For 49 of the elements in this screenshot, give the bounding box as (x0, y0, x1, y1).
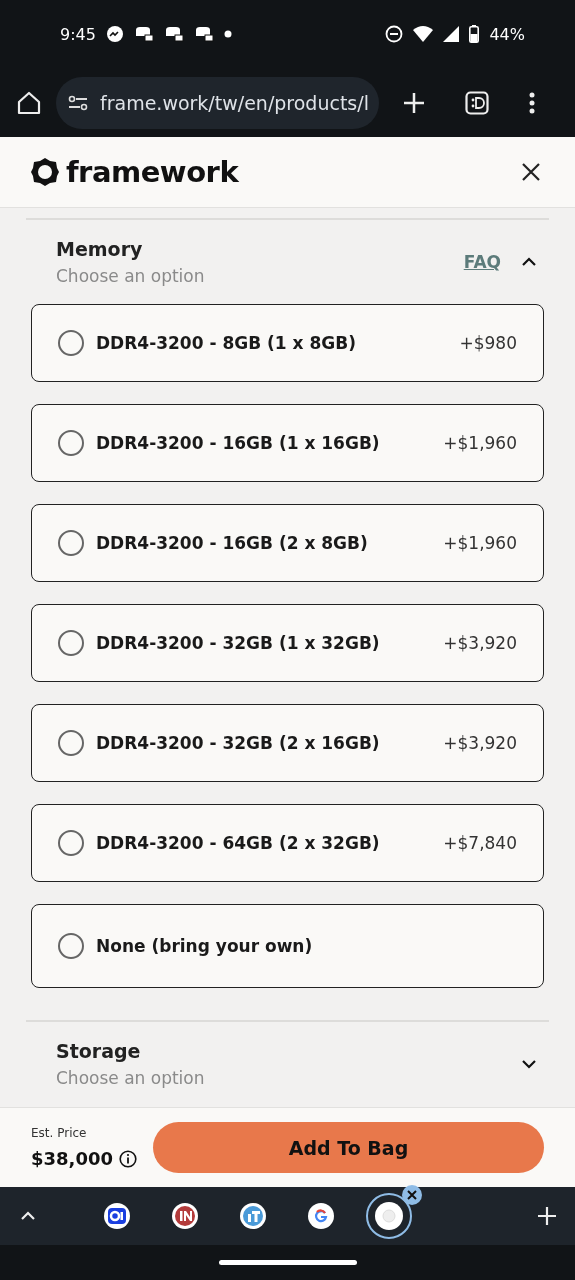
option-card[interactable]: None (bring your own) (31, 904, 544, 988)
option-card[interactable]: DDR4-3200 - 32GB (1 x 32GB) +$3,920 (31, 604, 544, 682)
radio-button[interactable] (58, 630, 84, 656)
favicon-icon (375, 1202, 403, 1230)
dot-icon (223, 30, 232, 38)
wifi-icon (413, 26, 434, 42)
brand-name: framework (66, 155, 239, 189)
info-icon[interactable] (119, 1149, 137, 1168)
radio-button[interactable] (58, 830, 84, 856)
favicon-icon (172, 1203, 198, 1229)
favicon-icon (104, 1203, 130, 1229)
expand-chevron-icon[interactable] (521, 1059, 537, 1069)
home-icon[interactable] (16, 89, 42, 116)
signal-icon (443, 26, 460, 42)
section-title: Storage (56, 1040, 142, 1062)
battery-icon (469, 25, 480, 43)
tab-switcher-icon[interactable] (465, 90, 489, 115)
add-tab-icon[interactable] (537, 1206, 557, 1226)
favicon-icon (308, 1203, 334, 1229)
site-settings-icon[interactable] (68, 94, 88, 111)
option-card[interactable]: DDR4-3200 - 16GB (2 x 8GB) +$1,960 (31, 504, 544, 582)
section-title: Memory (56, 238, 144, 260)
address-bar[interactable]: frame.work/tw/en/products/l (56, 76, 379, 129)
option-card[interactable]: DDR4-3200 - 64GB (2 x 32GB) +$7,840 (31, 804, 544, 882)
radio-button[interactable] (58, 430, 84, 456)
radio-button[interactable] (58, 933, 84, 959)
clock-time: 9:45 (60, 24, 96, 44)
collapse-chevron-icon[interactable] (521, 257, 537, 267)
menu-icon[interactable] (529, 91, 535, 114)
radio-button[interactable] (58, 530, 84, 556)
section-subtitle: Choose an option (56, 1068, 205, 1088)
faq-link[interactable]: FAQ (463, 252, 501, 272)
do-not-disturb-icon (385, 25, 404, 43)
option-card[interactable]: DDR4-3200 - 32GB (2 x 16GB) +$3,920 (31, 704, 544, 782)
gear-logo-icon (30, 157, 60, 187)
add-to-bag-button[interactable]: Add To Bag (153, 1122, 544, 1173)
close-icon[interactable] (521, 162, 541, 182)
section-subtitle: Choose an option (56, 266, 205, 286)
battery-percent: 44% (489, 24, 525, 44)
close-tab-icon[interactable] (402, 1185, 422, 1205)
chevron-up-icon[interactable] (20, 1211, 36, 1221)
option-card[interactable]: DDR4-3200 - 16GB (1 x 16GB) +$1,960 (31, 404, 544, 482)
favicon-icon (240, 1203, 266, 1229)
option-card[interactable]: DDR4-3200 - 8GB (1 x 8GB) +$980 (31, 304, 544, 382)
radio-button[interactable] (58, 330, 84, 356)
price-value: $38,000 (31, 1148, 113, 1169)
price-label: Est. Price (31, 1126, 88, 1140)
new-tab-icon[interactable] (403, 91, 425, 114)
radio-button[interactable] (58, 730, 84, 756)
